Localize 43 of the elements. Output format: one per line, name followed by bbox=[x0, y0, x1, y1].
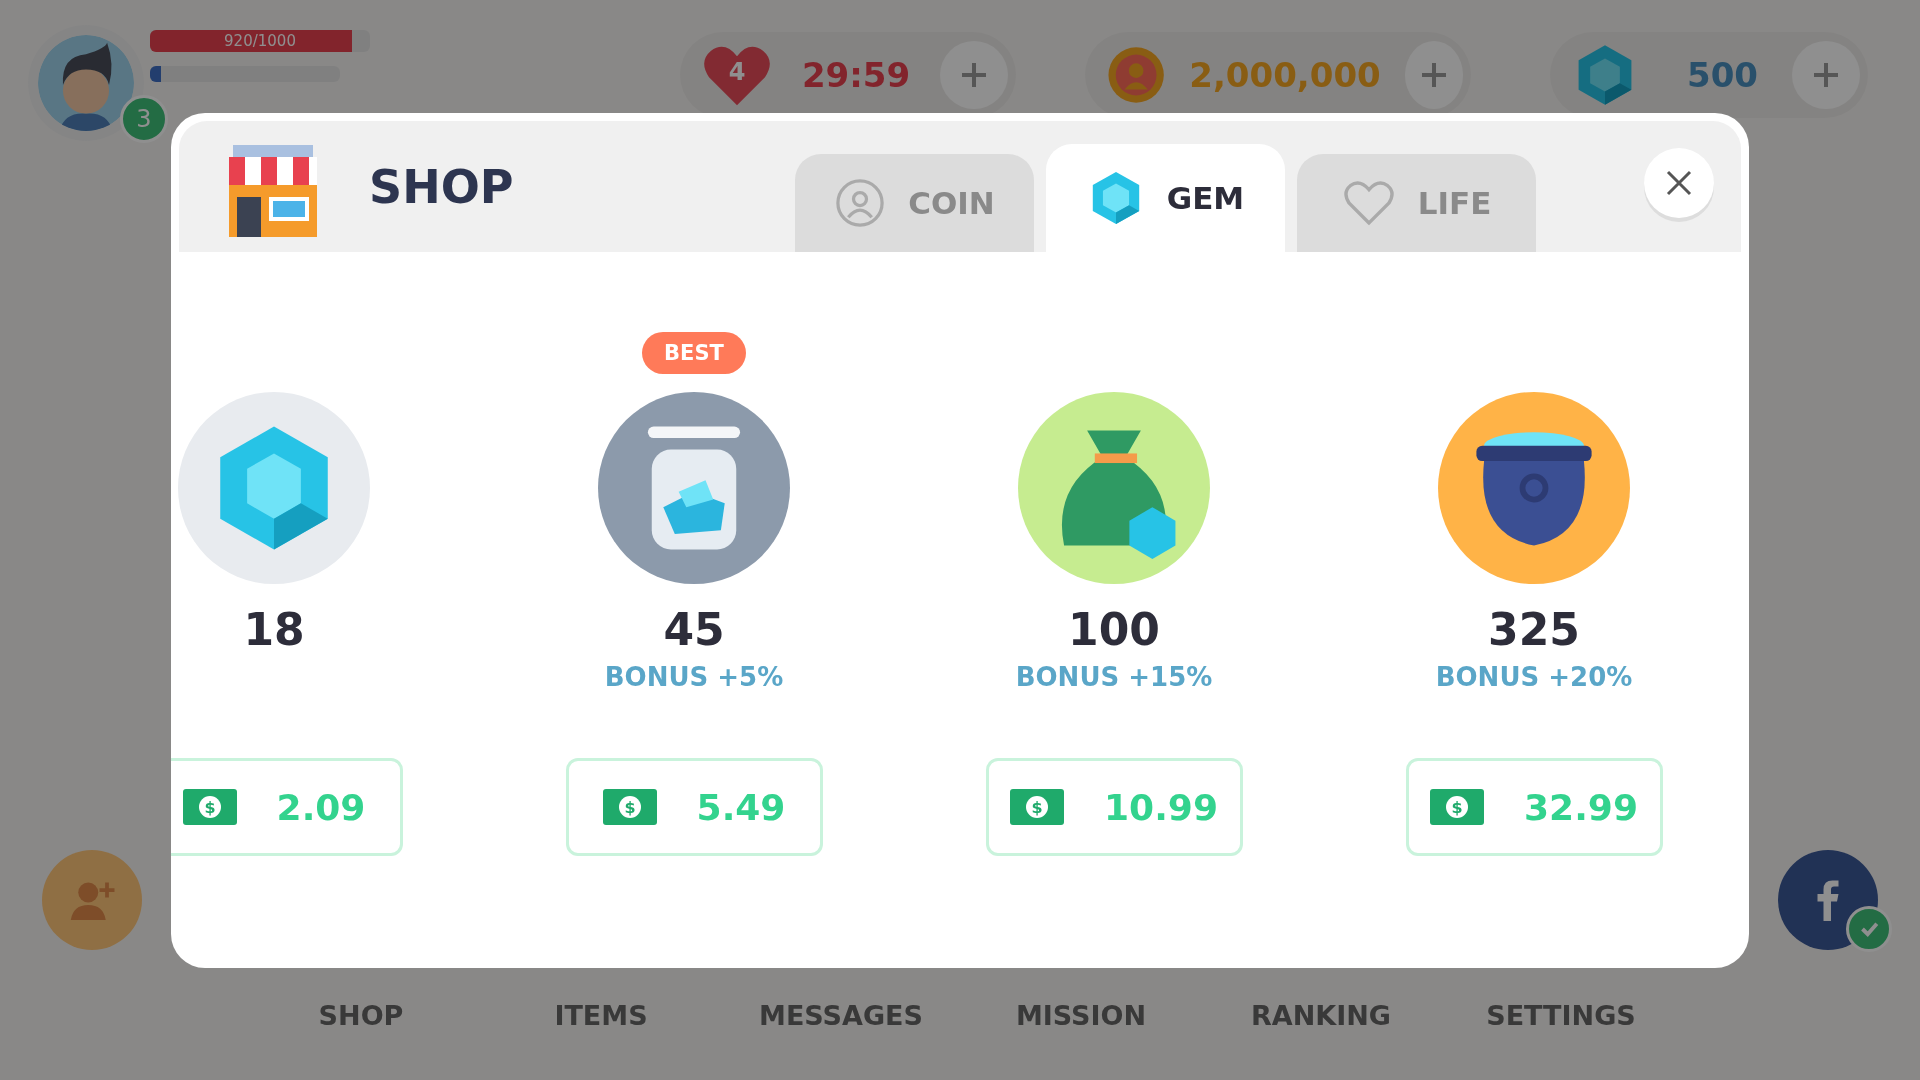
nav-tab[interactable]: MISSION bbox=[1015, 1000, 1147, 1031]
price-button[interactable]: $ 10.99 bbox=[985, 758, 1243, 857]
nav-tab[interactable]: MESSAGES bbox=[759, 1000, 923, 1031]
close-button[interactable] bbox=[1644, 148, 1714, 218]
lives-count: 4 bbox=[727, 57, 747, 86]
nav-tab[interactable]: RANKING bbox=[1251, 1000, 1391, 1031]
bonus-label: BONUS +15% bbox=[1015, 662, 1213, 695]
nav-tab[interactable]: SETTINGS bbox=[1486, 1000, 1636, 1031]
check-icon bbox=[1846, 906, 1892, 952]
price-button[interactable]: $ 2.09 bbox=[171, 758, 403, 857]
gem-amount: 325 bbox=[1488, 606, 1580, 655]
add-button[interactable] bbox=[1792, 41, 1860, 109]
cash-icon: $ bbox=[182, 789, 237, 826]
lives-timer: 29:59 bbox=[800, 55, 912, 95]
cash-icon: $ bbox=[1430, 789, 1485, 826]
nav-tab[interactable]: ITEMS bbox=[554, 1000, 648, 1031]
tab[interactable]: COIN bbox=[795, 154, 1034, 252]
bonus-label: BONUS +5% bbox=[604, 662, 784, 695]
plus-icon bbox=[1419, 61, 1448, 89]
tab[interactable]: GEM bbox=[1046, 144, 1285, 252]
nav-tab[interactable]: SHOP bbox=[318, 1000, 404, 1031]
coin-icon bbox=[834, 177, 887, 229]
best-badge: BEST bbox=[642, 332, 746, 374]
plus-icon bbox=[1812, 61, 1840, 89]
level-badge: 3 bbox=[120, 95, 168, 143]
close-icon bbox=[1665, 169, 1693, 197]
heart-icon bbox=[1341, 179, 1396, 227]
cash-icon: $ bbox=[1010, 789, 1065, 826]
tab[interactable]: LIFE bbox=[1297, 154, 1536, 252]
price-button[interactable]: $ 32.99 bbox=[1405, 758, 1663, 857]
xp-label: 920/1000 bbox=[223, 32, 297, 50]
gem-amount: 500 bbox=[1686, 55, 1759, 95]
plus-icon bbox=[960, 61, 988, 89]
add-button[interactable] bbox=[1404, 41, 1463, 109]
gem-amount: 45 bbox=[663, 606, 725, 655]
price-button[interactable]: $ 5.49 bbox=[565, 758, 823, 857]
gem-amount: 18 bbox=[243, 606, 305, 655]
add-button[interactable] bbox=[940, 41, 1008, 109]
bonus-label: BONUS +20% bbox=[1435, 662, 1633, 695]
cash-icon: $ bbox=[602, 789, 657, 826]
gem-amount: 100 bbox=[1068, 606, 1160, 655]
dialog-title: SHOP bbox=[369, 159, 514, 214]
coin-amount: 2,000,000 bbox=[1189, 55, 1381, 95]
